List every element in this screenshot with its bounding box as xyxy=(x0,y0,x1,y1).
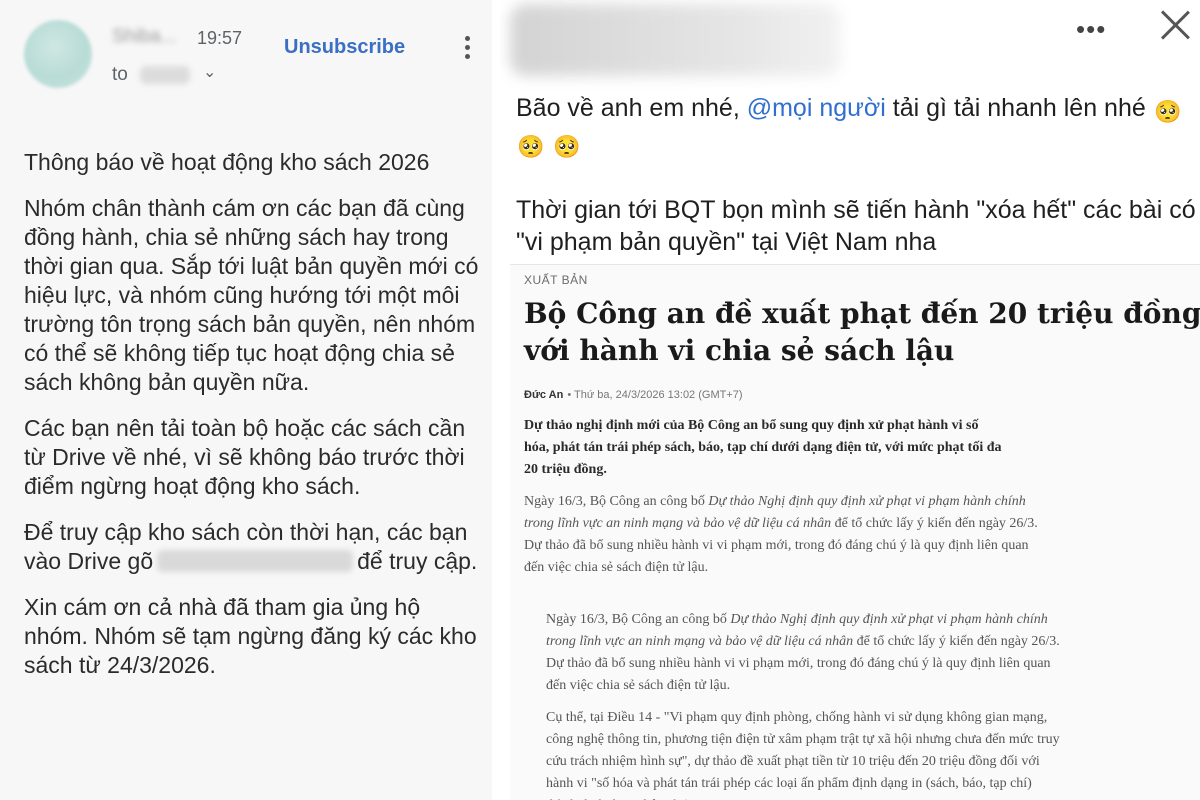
mention-link[interactable]: @mọi người xyxy=(747,94,886,122)
article-text: Ngày 16/3, Bộ Công an công bố xyxy=(546,612,731,627)
chevron-down-icon[interactable]: ⌄ xyxy=(203,62,216,82)
article-byline: Đức An • Thứ ba, 24/3/2026 13:02 (GMT+7) xyxy=(524,389,743,401)
more-horizontal-icon[interactable]: ••• xyxy=(1076,14,1106,45)
email-paragraph: Xin cám ơn cả nhà đã tham gia ủng hộ nhó… xyxy=(24,594,477,678)
pleading-face-icon: 🥺 xyxy=(553,134,581,159)
poster-header-redacted xyxy=(510,4,840,76)
post-text-line1: Bão về anh em nhé, @mọi người tải gì tải… xyxy=(516,92,1196,162)
email-body: Thông báo về hoạt động kho sách 2026 Nhó… xyxy=(24,148,484,697)
email-text: để truy cập. xyxy=(357,548,478,574)
pleading-face-icon: 🥺 xyxy=(1154,99,1182,124)
post-text-line2: Thời gian tới BQT bọn mình sẽ tiến hành … xyxy=(516,196,1196,256)
post-text: tải gì tải nhanh lên nhé xyxy=(885,94,1146,122)
sender-avatar[interactable] xyxy=(24,20,92,88)
panel-divider xyxy=(492,0,500,800)
article-headline: Bộ Công an đề xuất phạt đến 20 triệu đồn… xyxy=(524,297,1200,367)
article-paragraph: Cụ thể, tại Điều 14 - "Vi phạm quy định … xyxy=(546,710,1060,800)
more-options-icon[interactable] xyxy=(460,36,474,66)
pleading-face-icon: 🥺 xyxy=(517,134,545,159)
article-section: XUẤT BẢN xyxy=(524,273,588,287)
email-paragraph: Để truy cập kho sách còn thời hạn, các b… xyxy=(24,518,484,576)
close-icon[interactable] xyxy=(1158,8,1192,42)
redacted-codes xyxy=(157,550,354,572)
email-time: 19:57 xyxy=(197,28,243,48)
article-paragraph: Ngày 16/3, Bộ Công an công bố Dự thảo Ng… xyxy=(524,491,1044,579)
email-paragraph: Các bạn nên tải toàn bộ hoặc các sách cầ… xyxy=(24,415,466,499)
article-text: Ngày 16/3, Bộ Công an công bố xyxy=(524,494,709,509)
post-text: Bão về anh em nhé, xyxy=(516,94,747,122)
email-paragraph: Nhóm chân thành cám ơn các bạn đã cùng đ… xyxy=(24,195,479,395)
article-date: • Thứ ba, 24/3/2026 13:02 (GMT+7) xyxy=(567,389,743,401)
post-panel: ••• Bão về anh em nhé, @mọi người tải gì… xyxy=(500,0,1200,800)
recipient-label: to xyxy=(112,64,128,85)
article-paragraph-quote: Ngày 16/3, Bộ Công an công bố Dự thảo Ng… xyxy=(546,609,1066,697)
sender-name: Shiba... xyxy=(112,26,177,47)
article-screenshot: XUẤT BẢN Bộ Công an đề xuất phạt đến 20 … xyxy=(510,264,1200,800)
email-panel: Shiba... 19:57 to ⌄ Unsubscribe Thông bá… xyxy=(0,0,492,800)
email-paragraph: Thông báo về hoạt động kho sách 2026 xyxy=(24,149,430,175)
unsubscribe-button[interactable]: Unsubscribe xyxy=(284,36,405,59)
recipient-redacted xyxy=(140,66,190,84)
article-author: Đức An xyxy=(524,389,564,401)
article-lead: Dự thảo nghị định mới của Bộ Công an bổ … xyxy=(524,418,1002,477)
